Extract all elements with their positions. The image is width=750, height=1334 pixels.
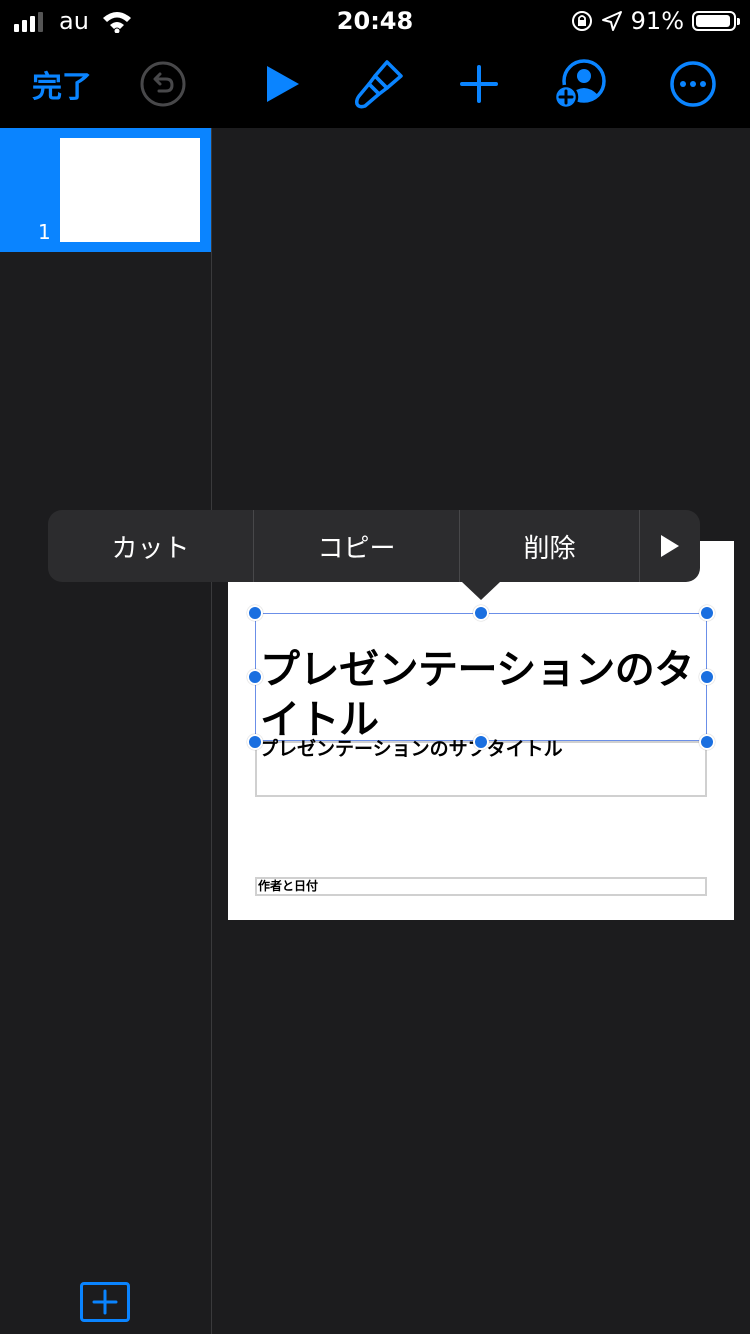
more-icon [670,61,716,107]
resize-handle-bottom[interactable] [473,734,489,750]
undo-button[interactable] [133,40,193,128]
toolbar: 完了 [0,40,750,128]
location-icon [601,11,622,31]
resize-handle-bottom-left[interactable] [247,734,263,750]
copy-menu-item[interactable]: コピー [254,510,460,582]
format-button[interactable] [349,40,409,128]
context-menu-arrow [462,582,500,600]
format-brush-icon [355,60,403,109]
collaborate-icon [554,59,606,109]
resize-handle-left[interactable] [247,669,263,685]
slide-thumbnail-preview [60,138,200,242]
cut-menu-item[interactable]: カット [48,510,254,582]
battery-icon [692,11,740,31]
play-button[interactable] [252,40,312,128]
delete-menu-item[interactable]: 削除 [460,510,640,582]
slide-thumbnail-selected[interactable]: 1 [0,128,211,252]
resize-handle-top-left[interactable] [247,605,263,621]
slide-number: 1 [38,220,51,244]
done-button[interactable]: 完了 [32,40,92,128]
add-icon [460,65,498,103]
context-menu: カット コピー 削除 [48,510,700,582]
status-right: 91% [571,6,740,36]
slide-navigator: 1 [0,128,212,1334]
undo-icon [140,61,186,107]
resize-handle-right[interactable] [699,669,715,685]
author-date-placeholder-box[interactable] [255,877,707,896]
add-slide-icon [92,1289,118,1315]
play-triangle-icon [661,535,679,557]
play-icon [267,66,299,102]
more-button[interactable] [663,40,723,128]
add-button[interactable] [449,40,509,128]
slide-subtitle[interactable]: プレゼンテーションのサブタイトル [259,737,563,761]
resize-handle-bottom-right[interactable] [699,734,715,750]
author-date-text[interactable]: 作者と日付 [258,878,318,894]
collaborate-button[interactable] [553,40,613,128]
add-slide-button[interactable] [80,1282,130,1322]
resize-handle-top[interactable] [473,605,489,621]
status-bar: au 20:48 91% [0,0,750,40]
battery-percent: 91% [630,7,684,35]
orientation-lock-icon [571,11,592,31]
resize-handle-top-right[interactable] [699,605,715,621]
more-menu-item[interactable] [640,510,700,582]
slide-title[interactable]: プレゼンテーションのタイトル [260,645,710,745]
